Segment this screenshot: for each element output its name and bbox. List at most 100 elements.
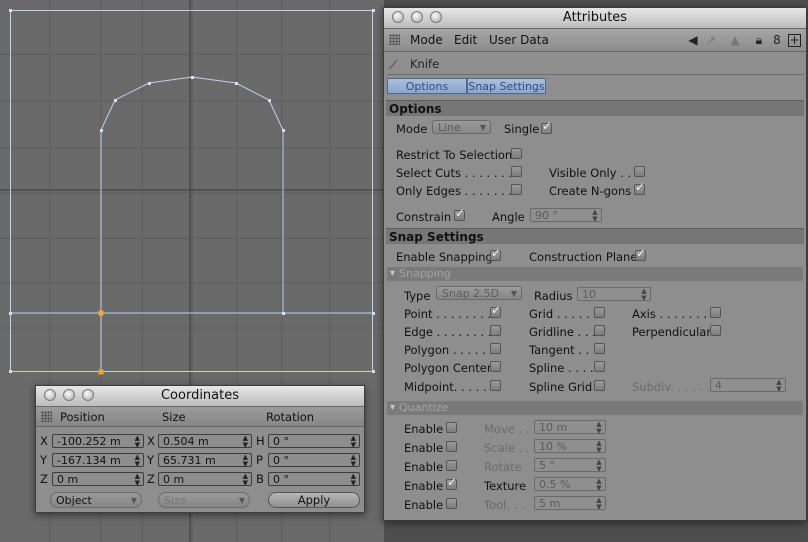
rotation-header: Rotation [266,410,315,424]
texture-input[interactable]: 0.5 % ▲ ▼ [534,477,606,491]
rotation-p-input[interactable]: 0 ° ▲ ▼ [268,453,360,467]
gridline-label: Gridline . . . [529,325,596,339]
tab-options[interactable]: Options [387,78,467,94]
tab-snap-settings[interactable]: Snap Settings [467,78,546,94]
visible-only-checkbox[interactable] [634,166,645,177]
coordinates-title: Coordinates [160,388,240,403]
size-z-input[interactable]: 0 m ▲ ▼ [158,472,252,486]
spline-grid-checkbox[interactable] [594,380,605,391]
menu-mode[interactable]: Mode [410,33,443,47]
coord-grip-icon[interactable] [41,411,52,422]
size-z-axis-label: Z [147,472,155,486]
type-label: Type [404,289,431,303]
new-panel-icon[interactable]: + [788,34,801,47]
forward-arrow-icon[interactable]: ▲ [728,33,742,47]
radius-input[interactable]: 10 ▲ ▼ [577,287,651,301]
gridline-checkbox[interactable] [594,325,605,336]
scale-label: Scale . . [484,441,530,455]
quantize-tool-enable-checkbox[interactable] [446,498,457,509]
grip-icon[interactable] [389,34,400,45]
size-header: Size [162,410,186,424]
lock-icon[interactable]: 🔒︎ [752,33,766,47]
quantize-enable-label-3: Enable [404,460,444,474]
tool-name: Knife [410,57,440,71]
tangent-checkbox[interactable] [594,343,605,354]
tool-input[interactable]: 5 m ▲ ▼ [534,496,606,510]
back-arrow-icon[interactable]: ◀ [686,33,700,47]
quantize-rotate-enable-checkbox[interactable] [446,460,457,471]
size-y-axis-label: Y [147,453,155,467]
coord-header-bar: Position Size Rotation [36,407,364,427]
single-checkbox[interactable] [541,119,552,134]
rotation-h-input[interactable]: 0 ° ▲ ▼ [268,434,360,448]
menu-user-data[interactable]: User Data [489,33,549,47]
active-point-marker [98,310,104,316]
subdiv-input[interactable]: 4 ▲ ▼ [710,378,786,392]
restrict-checkbox[interactable] [511,148,522,159]
enable-snapping-checkbox[interactable] [490,246,501,261]
quantize-scale-enable-checkbox[interactable] [446,441,457,452]
size-y-input[interactable]: 65.731 m ▲ ▼ [158,453,252,467]
constrain-checkbox[interactable] [454,206,465,221]
tangent-label: Tangent . . [529,343,590,357]
spline-label: Spline . . . . [529,361,594,375]
link-icon[interactable]: 8 [770,33,784,47]
only-edges-checkbox[interactable] [511,184,522,195]
polygon-checkbox[interactable] [490,343,501,354]
polygon-center-checkbox[interactable] [490,361,501,372]
type-dropdown[interactable]: Snap 2.5D ▼ [436,286,522,300]
move-input[interactable]: 10 m ▲ ▼ [534,420,606,434]
quantize-enable-label-2: Enable [404,441,444,455]
position-x-axis-label: X [40,434,48,448]
coordinate-mode-dropdown[interactable]: Object ▼ [50,492,142,508]
angle-label: Angle [492,210,525,224]
select-cuts-checkbox[interactable] [511,166,522,177]
point-label: Point . . . . . . . . [404,307,492,321]
up-arrow-icon[interactable]: ↗ [704,33,718,47]
size-x-input[interactable]: 0.504 m ▲ ▼ [158,434,252,448]
create-ngons-checkbox[interactable] [634,180,645,195]
rotation-b-input[interactable]: 0 ° ▲ ▼ [268,472,360,486]
position-y-axis-label: Y [40,453,48,467]
active-point-marker-bottom [98,369,104,375]
spline-checkbox[interactable] [594,361,605,372]
midpoint-checkbox[interactable] [490,380,501,391]
restrict-label: Restrict To Selection [396,148,513,162]
edge-checkbox[interactable] [490,325,501,336]
constrain-label: Constrain [396,210,452,224]
grid-label: Grid . . . . . . [529,307,598,321]
position-header: Position [60,410,105,424]
position-x-input[interactable]: -100.252 m ▲ ▼ [52,434,144,448]
quantize-move-enable-checkbox[interactable] [446,422,457,433]
mode-dropdown[interactable]: Line ▼ [432,120,491,134]
angle-input[interactable]: 90 ° ▲ ▼ [530,208,602,222]
axis-checkbox[interactable] [710,307,721,318]
options-header[interactable]: Options [386,100,804,116]
snapping-subheader[interactable]: Snapping [387,267,803,281]
grid-checkbox[interactable] [594,307,605,318]
edge-label: Edge . . . . . . . . . [404,325,499,339]
quantize-enable-label-5: Enable [404,498,444,512]
menu-edit[interactable]: Edit [454,33,477,47]
coordinates-titlebar[interactable]: Coordinates [36,386,364,407]
quantize-texture-enable-checkbox[interactable] [446,475,457,490]
perpendicular-checkbox[interactable] [710,325,721,336]
window-title: Attributes [562,10,628,25]
quantize-subheader[interactable]: Quantize [387,401,803,415]
snap-settings-header[interactable]: Snap Settings [386,228,804,244]
perpendicular-label: Perpendicular [632,325,712,339]
construction-plane-label: Construction Plane [529,250,638,264]
enable-snapping-label: Enable Snapping [396,250,493,264]
position-y-input[interactable]: -167.134 m ▲ ▼ [52,453,144,467]
position-z-input[interactable]: 0 m ▲ ▼ [52,472,144,486]
size-mode-dropdown[interactable]: Size ▼ [158,492,250,508]
point-checkbox[interactable] [490,303,501,318]
construction-plane-checkbox[interactable] [635,246,646,261]
attributes-titlebar[interactable]: Attributes [384,8,806,29]
rotate-input[interactable]: 5 ° ▲ ▼ [534,458,606,472]
coordinates-window: Coordinates Position Size Rotation X -10… [35,385,365,513]
visible-only-label: Visible Only . . [549,166,632,180]
spline-grid-label: Spline Grid [529,380,593,394]
apply-button[interactable]: Apply [268,492,360,508]
scale-input[interactable]: 10 % ▲ ▼ [534,439,606,453]
